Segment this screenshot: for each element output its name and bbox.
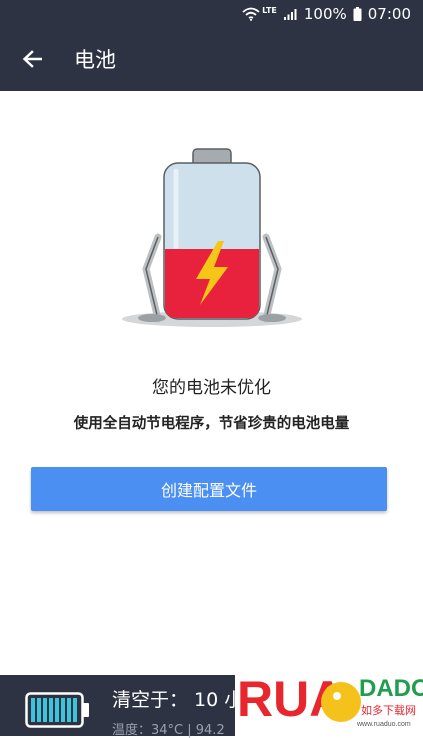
signal-icon xyxy=(283,8,298,20)
battery-low-charge-icon xyxy=(122,148,302,327)
headline: 您的电池未优化 xyxy=(152,378,271,398)
arrow-left-icon xyxy=(22,50,42,68)
create-profile-button[interactable]: 创建配置文件 xyxy=(31,467,387,511)
back-button[interactable] xyxy=(0,27,64,91)
svg-text:如多下载网: 如多下载网 xyxy=(361,703,416,717)
status-bar: LTE 100% 07:00 xyxy=(0,0,423,27)
page-title: 电池 xyxy=(74,48,116,72)
svg-text:www.ruaduo.com: www.ruaduo.com xyxy=(356,721,411,728)
network-type: LTE xyxy=(262,6,277,15)
clock: 07:00 xyxy=(367,4,411,23)
wifi-icon xyxy=(242,7,260,21)
watermark-logo: RUA DADO 如多下载网 www.ruaduo.com xyxy=(235,658,423,736)
temperature-label: 温度：34°C | 94.2 xyxy=(112,723,225,738)
battery-full-icon xyxy=(25,692,89,728)
main-content: 您的电池未优化 使用全自动节电程序，节省珍贵的电池电量 创建配置文件 xyxy=(0,91,423,675)
battery-percent: 100% xyxy=(303,4,347,23)
battery-icon xyxy=(353,6,362,21)
svg-text:DADO: DADO xyxy=(359,675,423,702)
clean-time-label: 清空于： 10 小 xyxy=(112,689,244,711)
app-bar: 电池 xyxy=(0,27,423,91)
subline: 使用全自动节电程序，节省珍贵的电池电量 xyxy=(73,416,350,432)
